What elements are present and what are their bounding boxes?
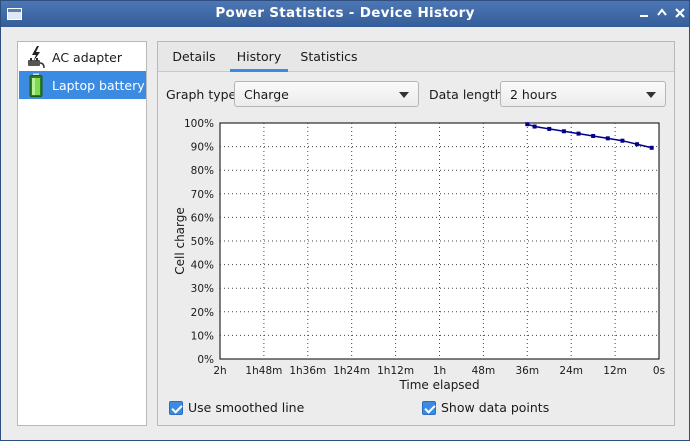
y-tick-label: 90% [191,142,214,154]
data-point [532,124,537,129]
x-tick-label: 1h12m [377,365,414,377]
smoothed-line-label: Use smoothed line [188,400,305,415]
ac-adapter-icon [28,46,45,69]
data-point [547,126,552,131]
show-data-points-label: Show data points [441,400,550,415]
y-tick-label: 60% [191,212,214,224]
title-bar[interactable]: Power Statistics - Device History [1,1,689,27]
y-tick-label: 80% [191,165,214,177]
graph-type-select[interactable]: Charge [234,81,419,107]
data-point [635,142,640,147]
data-length-select[interactable]: 2 hours [500,81,666,107]
close-icon[interactable] [673,6,687,20]
tab-history[interactable]: History [230,42,288,72]
window-title: Power Statistics - Device History [215,5,475,21]
x-axis-label: Time elapsed [398,378,479,392]
data-point [576,131,581,136]
x-tick-label: 2h [213,365,226,377]
x-tick-label: 36m [516,365,540,377]
tab-details[interactable]: Details [166,42,222,72]
data-point [649,145,654,150]
data-point [605,136,610,141]
history-graph: 2h 1h48m 1h36m 1h24m 1h12m 1h 48m 36m 24m 12m 0s 0%… [164,115,668,395]
battery-icon [29,73,43,97]
chevron-down-icon [399,92,409,98]
device-item-ac-adapter[interactable]: AC adapter [19,43,146,71]
device-panel: Details History Statistics Graph type: C… [157,41,675,426]
checkbox-checked-icon [169,401,183,415]
x-tick-label: 1h [433,365,446,377]
data-point [620,138,625,143]
data-point [525,122,530,127]
x-tick-label: 12m [603,365,627,377]
tab-bar: Details History Statistics [158,42,674,72]
chevron-down-icon [646,92,656,98]
device-label: Laptop battery [52,78,145,93]
x-tick-label: 24m [559,365,583,377]
x-tick-label: 48m [472,365,496,377]
data-point [591,133,596,138]
y-tick-label: 10% [191,330,214,342]
device-item-laptop-battery[interactable]: Laptop battery [19,71,146,99]
y-tick-label: 40% [191,260,214,272]
device-label: AC adapter [52,50,122,65]
x-tick-label: 1h48m [245,365,282,377]
x-tick-label: 0s [653,365,665,377]
graph-type-value: Charge [244,87,289,102]
y-axis-label: Cell charge [173,207,187,275]
y-tick-label: 20% [191,307,214,319]
y-tick-label: 70% [191,189,214,201]
charge-history-chart: 2h 1h48m 1h36m 1h24m 1h12m 1h 48m 36m 24m 12m 0s0%… [173,118,665,392]
graph-type-label: Graph type: [166,87,241,102]
data-length-label: Data length: [429,87,507,102]
power-statistics-window: Power Statistics - Device History AC ada… [0,0,690,441]
y-tick-label: 100% [184,118,214,130]
x-tick-label: 1h24m [333,365,370,377]
y-tick-label: 0% [197,354,214,366]
minimize-icon[interactable] [637,6,651,20]
data-point [561,129,566,134]
device-list: AC adapter Laptop battery [17,41,147,426]
data-length-value: 2 hours [510,87,558,102]
y-tick-label: 50% [191,236,214,248]
tab-statistics[interactable]: Statistics [296,42,362,72]
x-tick-label: 1h36m [289,365,326,377]
checkbox-checked-icon [422,401,436,415]
y-tick-label: 30% [191,283,214,295]
maximize-icon[interactable] [655,6,669,20]
